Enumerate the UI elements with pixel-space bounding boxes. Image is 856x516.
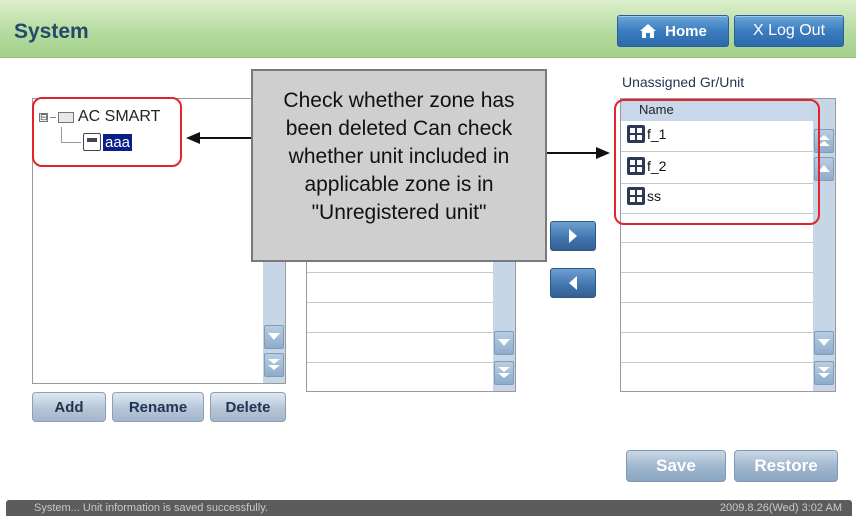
- restore-button[interactable]: Restore: [734, 450, 838, 482]
- save-button[interactable]: Save: [626, 450, 726, 482]
- status-bar: System... Unit information is saved succ…: [6, 500, 852, 516]
- status-message: System... Unit information is saved succ…: [34, 502, 268, 514]
- status-datetime: 2009.8.26(Wed) 3:02 AM: [719, 502, 842, 514]
- callout-note: Check whether zone has been deleted Can …: [251, 69, 547, 262]
